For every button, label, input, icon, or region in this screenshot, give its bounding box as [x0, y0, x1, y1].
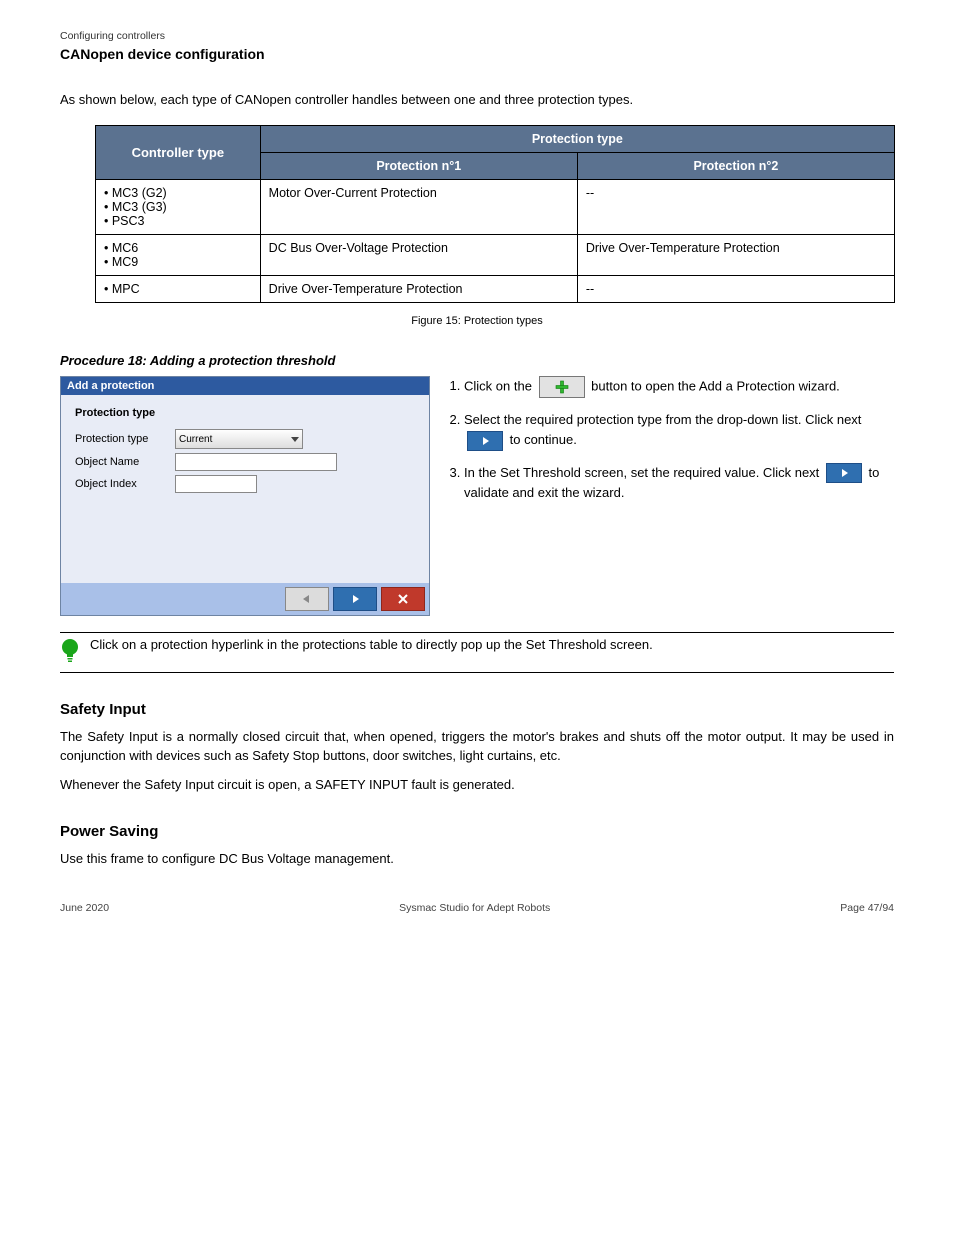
intro-text: As shown below, each type of CANopen con… [60, 92, 894, 107]
step1-text-b: button to open the Add a Protection wiza… [591, 378, 840, 393]
footer-center: Sysmac Studio for Adept Robots [399, 902, 550, 914]
tip-text: Click on a protection hyperlink in the p… [90, 637, 653, 652]
wizard-window: Add a protection Protection type Protect… [60, 376, 430, 616]
cell-p1: Motor Over-Current Protection [260, 180, 577, 235]
table-row: • MC3 (G2) • MC3 (G3) • PSC3 Motor Over-… [96, 180, 895, 235]
wizard-titlebar: Add a protection [61, 377, 429, 395]
cell-p2: -- [577, 180, 894, 235]
section-header-line: CANopen device configuration [60, 46, 894, 62]
wizard-prev-button[interactable] [285, 587, 329, 611]
cell-type: • MC6 • MC9 [96, 235, 261, 276]
cell-p2: -- [577, 276, 894, 303]
page-footer: June 2020 Sysmac Studio for Adept Robots… [60, 902, 894, 914]
cell-type: • MC3 (G2) • MC3 (G3) • PSC3 [96, 180, 261, 235]
wizard-label-object-name: Object Name [75, 456, 175, 468]
step2-text-a: Select the required protection type from… [464, 412, 861, 427]
wizard-label-object-index: Object Index [75, 478, 175, 490]
protection-table: Controller type Protection type Protecti… [95, 125, 895, 303]
safety-input-heading: Safety Input [60, 701, 894, 718]
object-name-input[interactable] [175, 453, 337, 471]
th-p1: Protection n°1 [260, 153, 577, 180]
procedure-steps: Click on the button to open the Add a Pr… [446, 376, 894, 515]
protection-type-select[interactable]: Current [175, 429, 303, 449]
step3-text-a: In the Set Threshold screen, set the req… [464, 465, 823, 480]
add-button[interactable] [539, 376, 585, 398]
wizard-label-protection-type: Protection type [75, 433, 175, 445]
th-protection-type: Protection type [260, 126, 894, 153]
table-row: • MC6 • MC9 DC Bus Over-Voltage Protecti… [96, 235, 895, 276]
wizard-next-button[interactable] [333, 587, 377, 611]
separator [60, 632, 894, 633]
cell-type: • MPC [96, 276, 261, 303]
triangle-right-icon [350, 594, 360, 604]
next-button-inline[interactable] [467, 431, 503, 451]
cell-p1: Drive Over-Temperature Protection [260, 276, 577, 303]
footer-right: Page 47/94 [840, 902, 894, 914]
step1-text-a: Click on the [464, 378, 536, 393]
table-caption: Figure 15: Protection types [60, 315, 894, 327]
step2-text-b: to continue. [510, 432, 577, 447]
chevron-down-icon [291, 437, 299, 442]
wizard-close-button[interactable] [381, 587, 425, 611]
step-1: Click on the button to open the Add a Pr… [464, 376, 894, 398]
doc-header-line: Configuring controllers [60, 30, 894, 42]
protection-type-select-value: Current [179, 434, 212, 445]
close-icon [398, 594, 408, 604]
plus-icon [555, 380, 569, 394]
th-controller-type: Controller type [96, 126, 261, 180]
cell-p2: Drive Over-Temperature Protection [577, 235, 894, 276]
power-saving-heading: Power Saving [60, 823, 894, 840]
object-index-input[interactable] [175, 475, 257, 493]
tip-block: Click on a protection hyperlink in the p… [60, 637, 894, 668]
triangle-left-icon [302, 594, 312, 604]
procedure-title: Procedure 18: Adding a protection thresh… [60, 353, 894, 368]
footer-left: June 2020 [60, 902, 109, 914]
triangle-right-icon [839, 468, 849, 478]
safety-input-p2: Whenever the Safety Input circuit is ope… [60, 776, 894, 795]
lightbulb-icon [60, 637, 80, 668]
wizard-subtitle: Protection type [75, 407, 415, 419]
power-saving-p1: Use this frame to configure DC Bus Volta… [60, 850, 894, 869]
next-button-inline[interactable] [826, 463, 862, 483]
cell-p1: DC Bus Over-Voltage Protection [260, 235, 577, 276]
table-row: • MPC Drive Over-Temperature Protection … [96, 276, 895, 303]
step-2: Select the required protection type from… [464, 410, 894, 451]
triangle-right-icon [480, 436, 490, 446]
separator [60, 672, 894, 673]
step-3: In the Set Threshold screen, set the req… [464, 463, 894, 504]
th-p2: Protection n°2 [577, 153, 894, 180]
safety-input-p1: The Safety Input is a normally closed ci… [60, 728, 894, 766]
